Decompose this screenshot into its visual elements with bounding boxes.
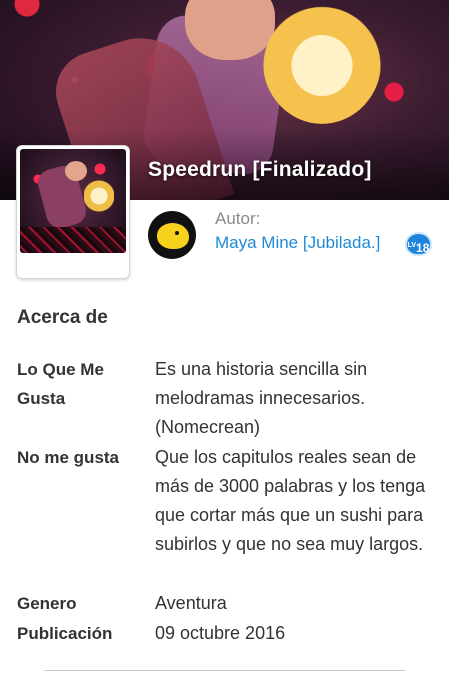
label-likes: Lo Que Me Gusta [17, 360, 104, 408]
value-published: 09 octubre 2016 [155, 623, 286, 643]
cover-image [20, 149, 126, 253]
value-likes: Es una historia sencilla sin melodramas … [155, 359, 368, 437]
label-published: Publicación [17, 624, 113, 643]
story-cover[interactable] [16, 145, 130, 279]
avatar-eye [175, 231, 179, 235]
divider [44, 670, 405, 671]
about-heading: Acerca de [17, 307, 108, 328]
level-number: 18 [416, 241, 430, 255]
level-badge: LV18 [405, 232, 432, 256]
author-name-link[interactable]: Maya Mine [Jubilada.] [215, 233, 380, 253]
author-avatar[interactable] [148, 211, 196, 259]
story-title: Speedrun [Finalizado] [148, 158, 372, 181]
author-label: Autor: [215, 209, 261, 228]
label-dislikes: No me gusta [17, 448, 120, 467]
cover-ground [20, 227, 126, 253]
avatar-blob [157, 223, 189, 249]
cover-flower [84, 179, 114, 213]
banner-flower [262, 0, 382, 124]
value-genre: Aventura [155, 593, 227, 613]
value-dislikes: Que los capitulos reales sean de más de … [155, 447, 426, 554]
level-prefix: LV [407, 242, 417, 249]
cover-head [65, 161, 87, 181]
label-genre: Genero [17, 594, 77, 613]
